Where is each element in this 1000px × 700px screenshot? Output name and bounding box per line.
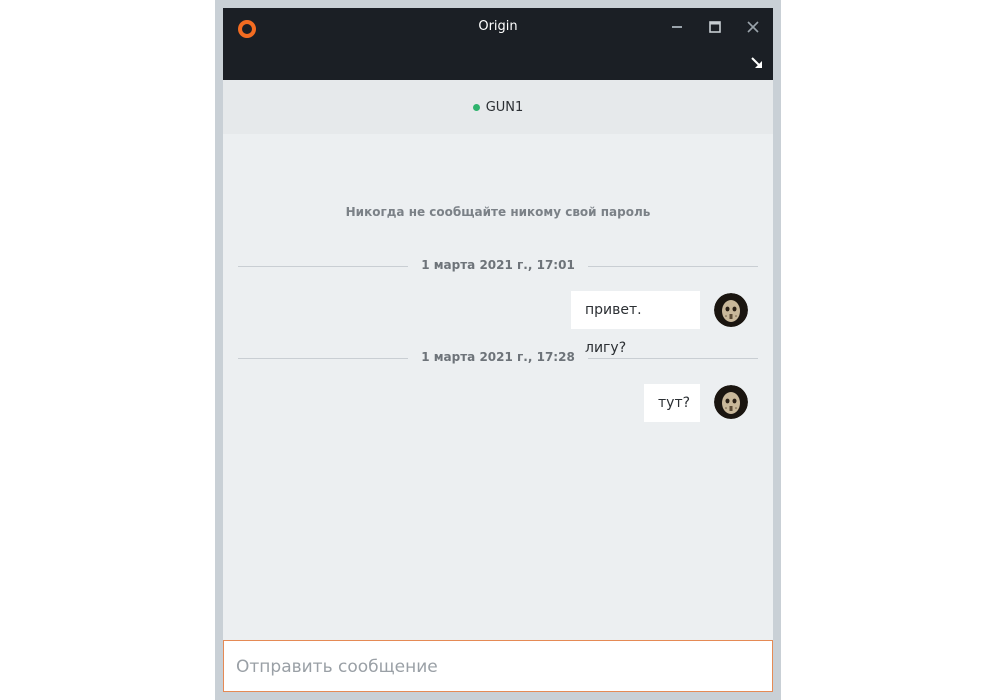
message-timestamp: 1 марта 2021 г., 17:01 [421,258,575,272]
contact-name[interactable]: GUN1 [486,100,524,115]
origin-chat-window: Origin GUN1 Никогда не сообщайте никому … [215,0,781,700]
window-title: Origin [478,19,518,34]
title-bar[interactable]: Origin [223,8,773,80]
avatar[interactable] [714,385,748,419]
divider-line [588,358,758,359]
message-composer[interactable] [223,640,773,692]
chat-header: GUN1 [223,80,773,134]
maximize-icon [709,18,721,37]
message-input[interactable] [234,641,763,692]
avatar[interactable] [714,293,748,327]
close-icon [747,18,759,37]
online-status-dot [472,103,480,111]
timestamp-divider: 1 марта 2021 г., 17:28 [238,350,758,366]
message-bubble[interactable]: привет. лигу? [571,291,700,356]
minimize-button[interactable] [664,16,690,38]
message-bubble[interactable]: тут? [644,384,700,422]
timestamp-divider: 1 марта 2021 г., 17:01 [238,258,758,274]
window-frame: Origin GUN1 Никогда не сообщайте никому … [223,8,773,692]
popout-button[interactable] [747,54,767,74]
security-warning: Никогда не сообщайте никому свой пароль [345,205,651,219]
minimize-icon [671,18,683,37]
divider-line [588,266,758,267]
message-timestamp: 1 марта 2021 г., 17:28 [421,350,575,364]
popout-arrow-icon [750,55,764,74]
maximize-button[interactable] [702,16,728,38]
close-button[interactable] [740,16,766,38]
